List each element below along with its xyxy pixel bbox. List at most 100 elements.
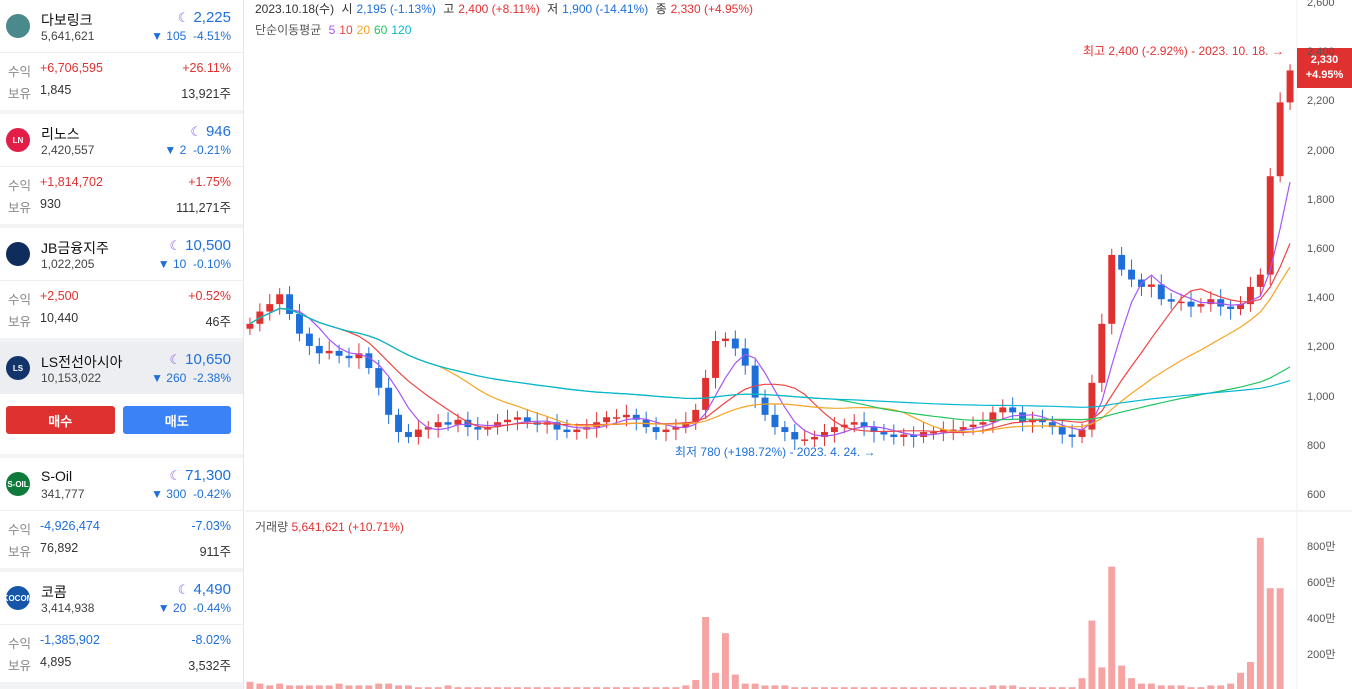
volume-bar — [1118, 665, 1126, 689]
stock-price: 10,650 — [185, 351, 231, 368]
volume-bar — [1246, 662, 1254, 689]
card-header[interactable]: LN 리노스 2,420,557 ☾ 946 ▼ 2 -0.21% — [0, 114, 243, 166]
candle-body — [1098, 323, 1106, 383]
stock-volume: 341,777 — [41, 487, 85, 501]
open-label: 시 — [341, 2, 353, 16]
profit-label: 수익 — [8, 65, 32, 79]
card-holdings: 수익 +6,706,595 +26.11% 보유 1,845 13,921주 — [0, 52, 243, 110]
profit-percent: +26.11% — [182, 61, 231, 75]
candle-body — [573, 429, 581, 433]
volume-bar — [315, 685, 323, 689]
moving-average-legend: 단순이동평균 5 10 20 60 120 — [255, 21, 411, 38]
candle-body — [1197, 304, 1205, 307]
order-buttons: 매수 매도 — [0, 394, 243, 454]
volume-bar — [999, 685, 1007, 689]
candle-body — [504, 419, 511, 423]
volume-bar — [1088, 620, 1096, 689]
close-label: 종 — [655, 2, 667, 16]
moon-icon: ☾ — [169, 237, 182, 253]
card-header[interactable]: S-OIL S-Oil 341,777 ☾ 71,300 ▼ 300 -0.42… — [0, 458, 243, 510]
candle-body — [662, 429, 670, 433]
watchlist-card[interactable]: JB금융지주 1,022,205 ☾ 10,500 ▼ 10 -0.10% 수익… — [0, 228, 243, 338]
last-pct: +4.95% — [1305, 69, 1344, 81]
candle-body — [603, 417, 611, 423]
volume-bar — [256, 683, 264, 689]
price-tick-label: 2,600 — [1307, 0, 1335, 9]
ma-line-120 — [249, 307, 1291, 408]
candle-body — [1108, 254, 1116, 324]
profit-percent: -8.02% — [191, 633, 231, 647]
card-header[interactable]: 다보링크 5,641,621 ☾ 2,225 ▼ 105 -4.51% — [0, 0, 243, 52]
price-tick-label: 1,000 — [1307, 390, 1335, 403]
candle-body — [652, 427, 660, 433]
profit-value: +1,814,702 — [40, 175, 103, 189]
watchlist-card[interactable]: 다보링크 5,641,621 ☾ 2,225 ▼ 105 -4.51% 수익 +… — [0, 0, 243, 110]
card-holdings: 수익 +1,814,702 +1.75% 보유 930 111,271주 — [0, 166, 243, 224]
stock-name: LS전선아시아 — [41, 354, 123, 370]
watchlist-card[interactable]: LN 리노스 2,420,557 ☾ 946 ▼ 2 -0.21% 수익 +1,… — [0, 114, 243, 224]
candle-body — [850, 422, 858, 425]
candle-body — [999, 407, 1007, 413]
profit-label: 수익 — [8, 637, 32, 651]
stock-volume: 5,641,621 — [41, 29, 95, 43]
watchlist-card[interactable]: KOCOM 코콤 3,414,938 ☾ 4,490 ▼ 20 -0.44% 수… — [0, 572, 243, 682]
stock-price: 946 — [205, 123, 231, 140]
price-tick-label: 2,000 — [1307, 144, 1335, 157]
candle-body — [721, 338, 729, 342]
stock-chart[interactable]: 2023.10.18(수) 시 2,195 (-1.13%) 고 2,400 (+8… — [245, 0, 1352, 689]
watchlist-card[interactable]: S-OIL S-Oil 341,777 ☾ 71,300 ▼ 300 -0.42… — [0, 458, 243, 568]
volume-bar — [989, 685, 997, 689]
candle-body — [1019, 412, 1027, 423]
holding-row: 보유 1,845 13,921주 — [8, 83, 231, 101]
volume-tick-label: 800만 — [1307, 541, 1336, 553]
stock-price: 10,500 — [185, 237, 231, 254]
card-header[interactable]: JB금융지주 1,022,205 ☾ 10,500 ▼ 10 -0.10% — [0, 228, 243, 280]
stock-change: ▼ 300 -0.42% — [151, 487, 231, 501]
holding-qty: 930 — [40, 197, 61, 211]
volume-bar — [345, 685, 353, 689]
profit-percent: +0.52% — [188, 289, 231, 303]
app-window: 다보링크 5,641,621 ☾ 2,225 ▼ 105 -4.51% 수익 +… — [0, 0, 1352, 689]
stock-price-wrap: ☾ 71,300 — [169, 467, 231, 484]
card-holdings: 수익 -1,385,902 -8.02% 보유 4,895 3,532주 — [0, 624, 243, 682]
price-tick-label: 1,400 — [1307, 292, 1335, 305]
volume-bar — [325, 685, 333, 689]
holding-shares: 13,921주 — [181, 87, 231, 101]
change-amount: ▼ 300 — [151, 487, 187, 501]
card-header[interactable]: LS LS전선아시아 10,153,022 ☾ 10,650 ▼ 260 -2.… — [0, 342, 243, 394]
price-tick-label: 800 — [1307, 439, 1326, 452]
chart-canvas[interactable] — [245, 0, 1352, 689]
watchlist-card[interactable]: LS LS전선아시아 10,153,022 ☾ 10,650 ▼ 260 -2.… — [0, 342, 243, 454]
card-header[interactable]: KOCOM 코콤 3,414,938 ☾ 4,490 ▼ 20 -0.44% — [0, 572, 243, 624]
company-logo-icon: LS — [6, 356, 30, 380]
candle-body — [1058, 427, 1066, 435]
profit-row: 수익 +6,706,595 +26.11% — [8, 61, 231, 79]
volume-bar — [1137, 683, 1145, 689]
buy-button[interactable]: 매수 — [6, 406, 115, 434]
ma-period-60: 60 — [374, 23, 388, 37]
low-label: 저 — [547, 2, 559, 16]
volume-bar — [1108, 566, 1116, 689]
sell-button[interactable]: 매도 — [122, 406, 231, 434]
volume-bar — [781, 685, 789, 689]
candle-body — [335, 350, 343, 356]
candle-body — [781, 427, 789, 433]
volume-bar — [712, 672, 719, 689]
candle-body — [880, 432, 888, 435]
candle-body — [771, 414, 779, 428]
profit-label: 수익 — [8, 523, 32, 537]
stock-price-wrap: ☾ 2,225 — [178, 9, 231, 26]
candle-body — [315, 345, 323, 354]
volume-bar — [444, 685, 452, 689]
volume-value: 5,641,621 (+10.71%) — [291, 520, 404, 534]
change-percent: -0.10% — [192, 257, 231, 271]
candle-body — [325, 350, 333, 354]
ma-line-5 — [249, 181, 1291, 437]
candle-body — [513, 417, 521, 420]
holding-shares: 3,532주 — [188, 659, 231, 673]
holding-label: 보유 — [8, 545, 32, 559]
candle-body — [404, 432, 412, 437]
volume-bar — [286, 685, 294, 689]
min-annotation: 최저 780 (+198.72%) - 2023. 4. 24. → — [675, 445, 876, 459]
holding-qty: 1,845 — [40, 83, 72, 97]
